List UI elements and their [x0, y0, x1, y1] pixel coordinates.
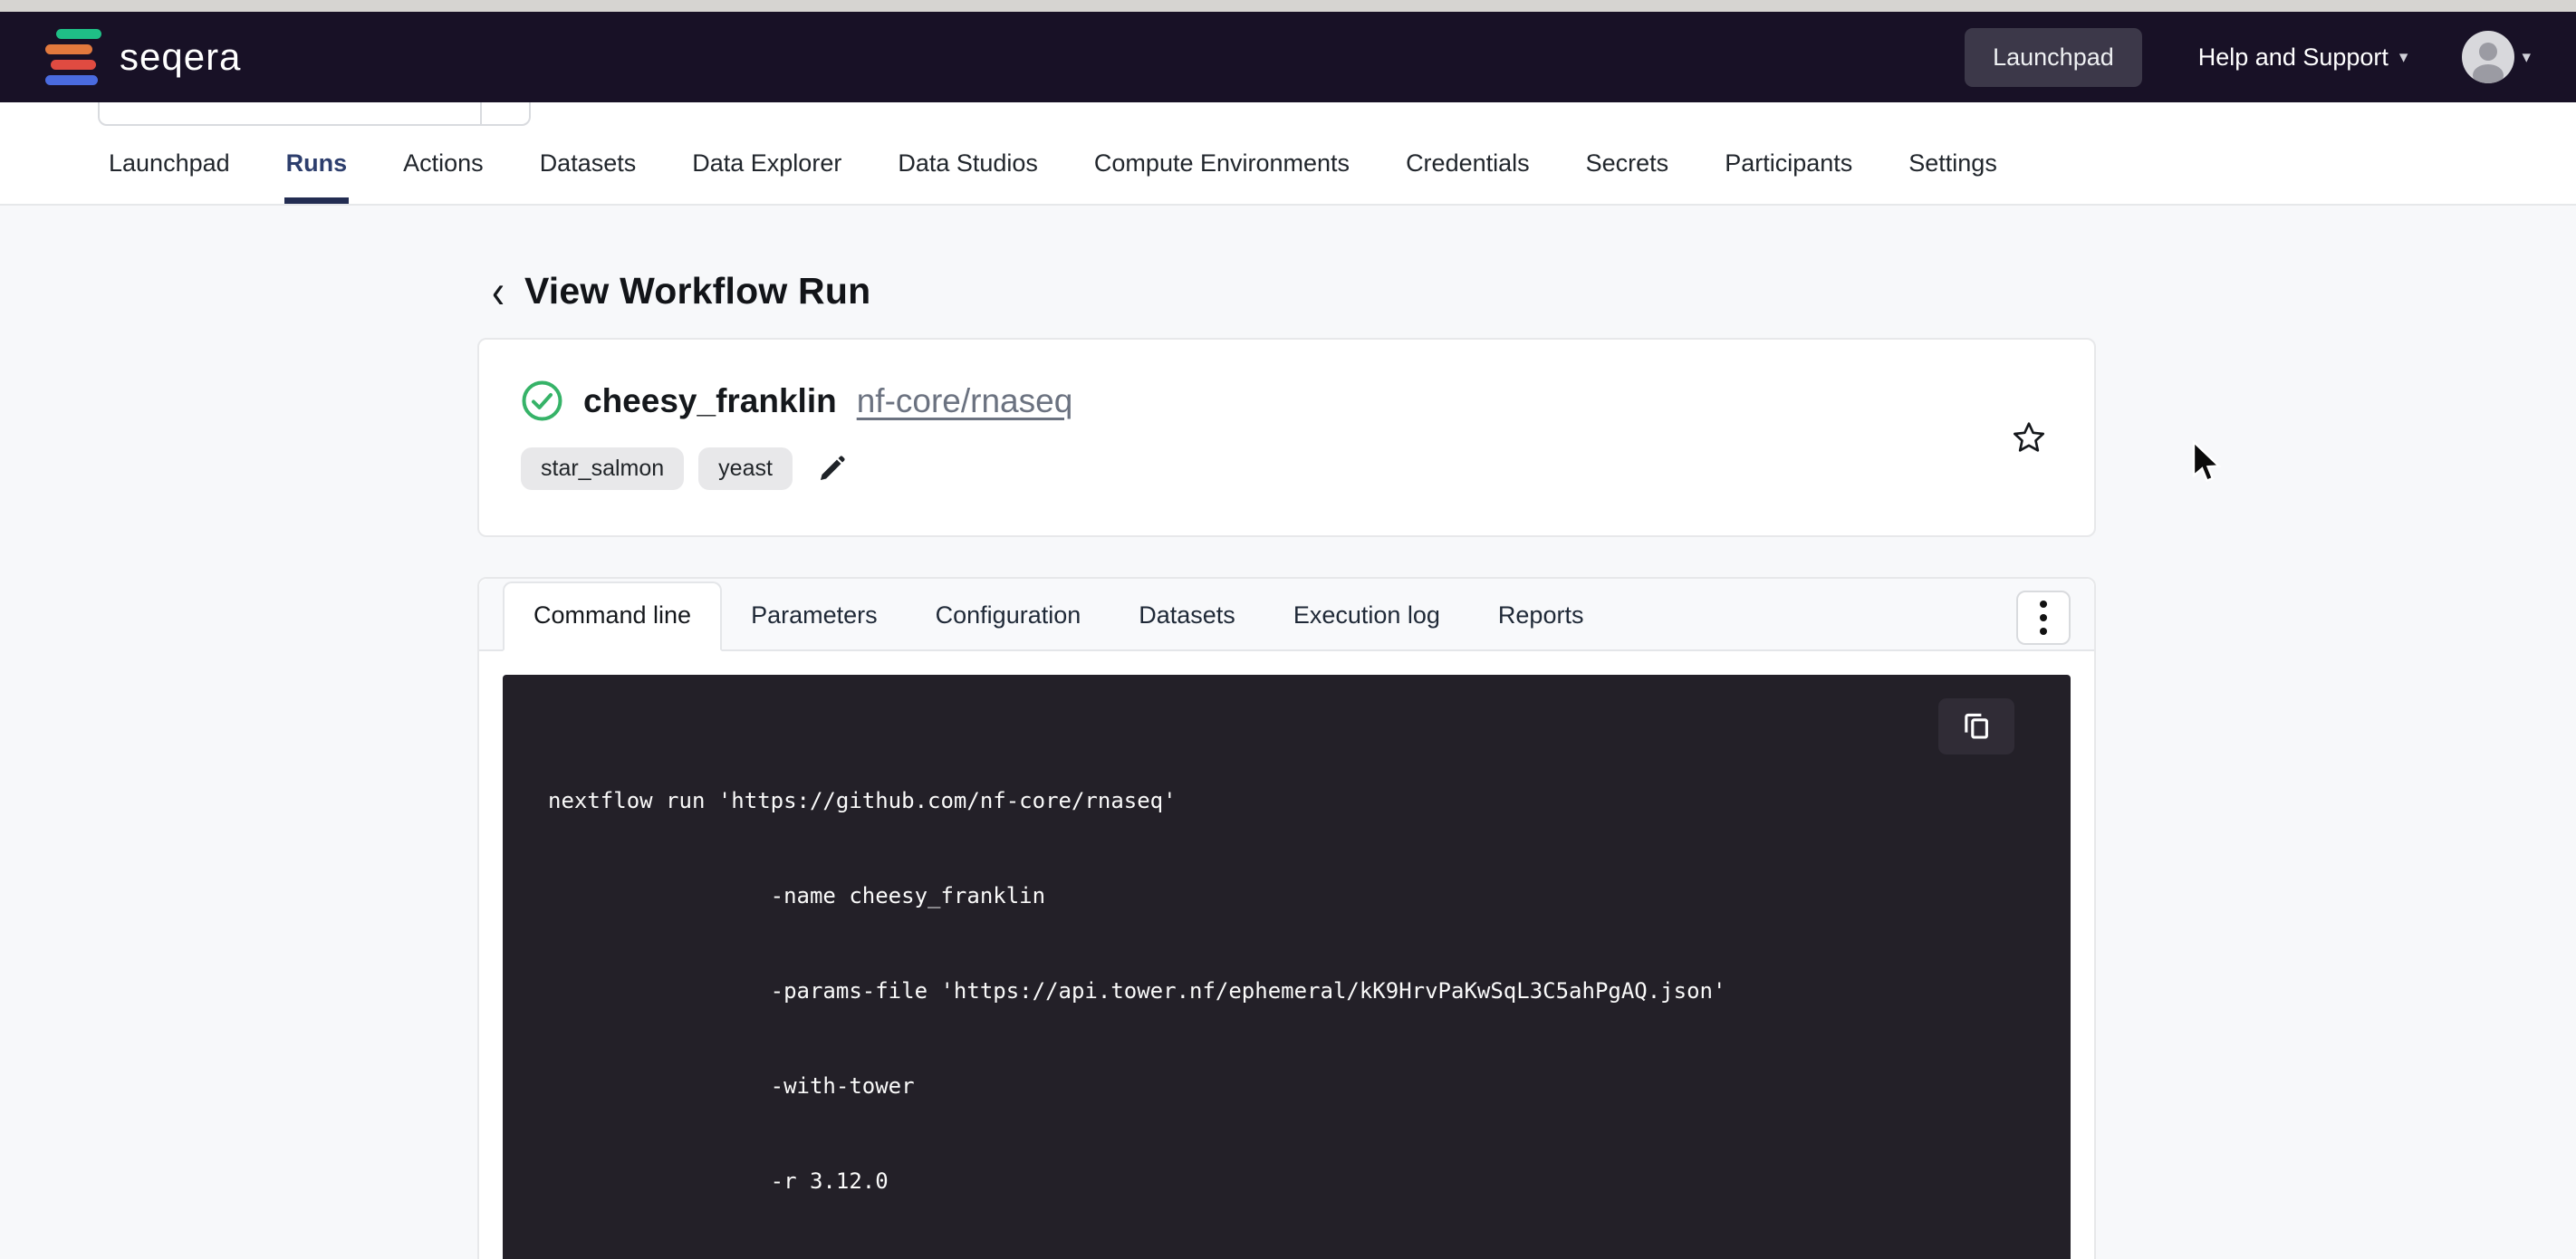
page-title: View Workflow Run — [524, 270, 870, 312]
browser-edge-strip — [0, 0, 2576, 12]
tab-datasets[interactable]: Datasets — [538, 149, 639, 204]
tab-participants[interactable]: Participants — [1723, 149, 1854, 204]
code-line: nextflow run 'https://github.com/nf-core… — [548, 785, 2034, 817]
seqera-logo-icon — [45, 29, 101, 85]
mouse-cursor — [2190, 440, 2226, 487]
workspace-tabs: Launchpad Runs Actions Datasets Data Exp… — [107, 149, 1999, 204]
tab-parameters[interactable]: Parameters — [722, 583, 907, 649]
workspace-nav: Launchpad Runs Actions Datasets Data Exp… — [0, 102, 2576, 206]
tab-configuration[interactable]: Configuration — [907, 583, 1110, 649]
tab-secrets[interactable]: Secrets — [1584, 149, 1671, 204]
tab-reports[interactable]: Reports — [1469, 583, 1613, 649]
tab-credentials[interactable]: Credentials — [1404, 149, 1532, 204]
tab-settings[interactable]: Settings — [1907, 149, 1999, 204]
tab-command-line[interactable]: Command line — [503, 581, 722, 651]
success-check-icon — [521, 380, 563, 422]
tab-data-studios[interactable]: Data Studios — [896, 149, 1040, 204]
label-chip: yeast — [698, 447, 793, 490]
tab-launchpad[interactable]: Launchpad — [107, 149, 232, 204]
avatar — [2462, 31, 2514, 83]
tab-runs[interactable]: Runs — [284, 149, 350, 204]
chevron-down-icon: ▾ — [2522, 47, 2531, 68]
tab-execution-log[interactable]: Execution log — [1264, 583, 1469, 649]
page-title-row: ‹ View Workflow Run — [477, 270, 2096, 312]
user-menu[interactable]: ▾ — [2462, 31, 2531, 83]
tab-data-explorer[interactable]: Data Explorer — [690, 149, 843, 204]
top-navbar: seqera Launchpad Help and Support ▾ ▾ — [0, 12, 2576, 102]
label-chip: star_salmon — [521, 447, 684, 490]
back-button[interactable]: ‹ — [492, 267, 505, 315]
more-options-button[interactable] — [2016, 591, 2071, 645]
star-button[interactable] — [2011, 419, 2047, 456]
seqera-logo[interactable]: seqera — [45, 29, 241, 85]
code-line: -name cheesy_franklin — [548, 880, 2034, 912]
copy-command-button[interactable] — [1938, 698, 2014, 754]
code-line: -r 3.12.0 — [548, 1166, 2034, 1197]
tab-run-datasets[interactable]: Datasets — [1110, 583, 1264, 649]
run-detail-tabs: Command line Parameters Configuration Da… — [479, 579, 2094, 651]
brand-name: seqera — [120, 35, 241, 79]
run-summary-card: cheesy_franklin nf-core/rnaseq star_salm… — [477, 338, 2096, 537]
command-line-code: nextflow run 'https://github.com/nf-core… — [503, 675, 2071, 1259]
run-detail-card: Command line Parameters Configuration Da… — [477, 577, 2096, 1259]
run-labels: star_salmon yeast — [521, 447, 2052, 490]
run-name: cheesy_franklin — [583, 382, 837, 420]
main-content: ‹ View Workflow Run cheesy_franklin nf-c… — [477, 217, 2096, 1259]
help-and-support-label: Help and Support — [2198, 43, 2389, 72]
code-line: -params-file 'https://api.tower.nf/ephem… — [548, 975, 2034, 1007]
launchpad-button[interactable]: Launchpad — [1965, 28, 2142, 87]
command-line-panel: nextflow run 'https://github.com/nf-core… — [479, 651, 2094, 1259]
help-and-support-menu[interactable]: Help and Support ▾ — [2198, 43, 2408, 72]
edit-labels-button[interactable] — [816, 454, 847, 485]
run-head: cheesy_franklin nf-core/rnaseq — [521, 380, 2052, 422]
chevron-down-icon: ▾ — [2399, 47, 2408, 68]
pipeline-link[interactable]: nf-core/rnaseq — [857, 382, 1073, 420]
tab-compute-environments[interactable]: Compute Environments — [1092, 149, 1351, 204]
tab-actions[interactable]: Actions — [401, 149, 485, 204]
code-line: -with-tower — [548, 1071, 2034, 1102]
